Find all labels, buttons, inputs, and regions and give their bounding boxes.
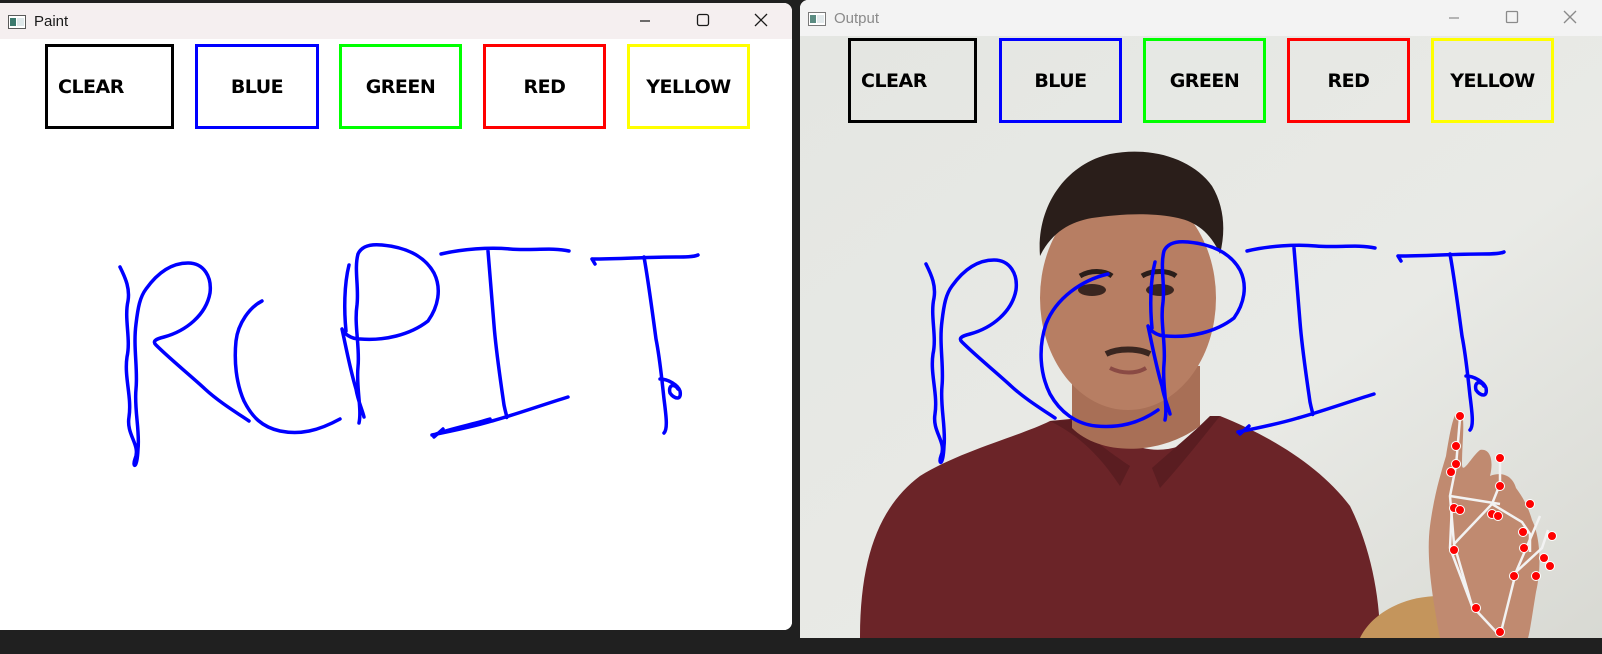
maximize-icon <box>1505 9 1519 28</box>
minimize-icon <box>639 12 651 31</box>
output-close-button[interactable] <box>1541 0 1599 36</box>
maximize-icon <box>696 12 710 31</box>
paint-maximize-button[interactable] <box>674 3 732 39</box>
drawn-letter-t <box>590 253 700 435</box>
drawn-letter-t <box>1396 250 1506 432</box>
output-window: Output CLEAR BLUE GREEN RED YELLOW <box>800 0 1602 638</box>
hand-landmarks <box>1446 411 1557 637</box>
paint-close-button[interactable] <box>732 3 790 39</box>
paint-titlebar[interactable]: Paint <box>0 3 792 39</box>
close-icon <box>1563 9 1577 28</box>
desktop: Paint CLEAR BLUE GREEN RED YELLOW Output… <box>0 0 1602 654</box>
close-icon <box>754 12 768 31</box>
output-titlebar[interactable]: Output <box>800 0 1602 36</box>
app-icon <box>808 11 826 26</box>
drawn-letter-c <box>233 299 342 435</box>
output-maximize-button[interactable] <box>1483 0 1541 36</box>
drawn-letter-r <box>924 258 1057 464</box>
drawn-letter-c <box>1039 272 1160 429</box>
drawn-letter-p <box>340 242 441 425</box>
output-window-title: Output <box>834 9 880 27</box>
output-minimize-button[interactable] <box>1425 0 1483 36</box>
webcam-feed[interactable]: CLEAR BLUE GREEN RED YELLOW <box>800 36 1602 638</box>
drawn-letter-i <box>1236 243 1377 436</box>
drawn-letter-p <box>1146 239 1247 422</box>
hand-skeleton <box>1448 417 1550 637</box>
drawn-letter-i <box>430 246 571 439</box>
paint-window-title: Paint <box>34 12 69 30</box>
app-icon <box>8 14 26 29</box>
drawn-letter-r <box>118 261 251 467</box>
minimize-icon <box>1448 9 1460 28</box>
paint-minimize-button[interactable] <box>616 3 674 39</box>
output-drawing <box>924 239 1557 637</box>
paint-window: Paint CLEAR BLUE GREEN RED YELLOW <box>0 3 792 630</box>
paint-drawing <box>118 242 700 467</box>
paint-canvas[interactable]: CLEAR BLUE GREEN RED YELLOW <box>0 39 792 630</box>
